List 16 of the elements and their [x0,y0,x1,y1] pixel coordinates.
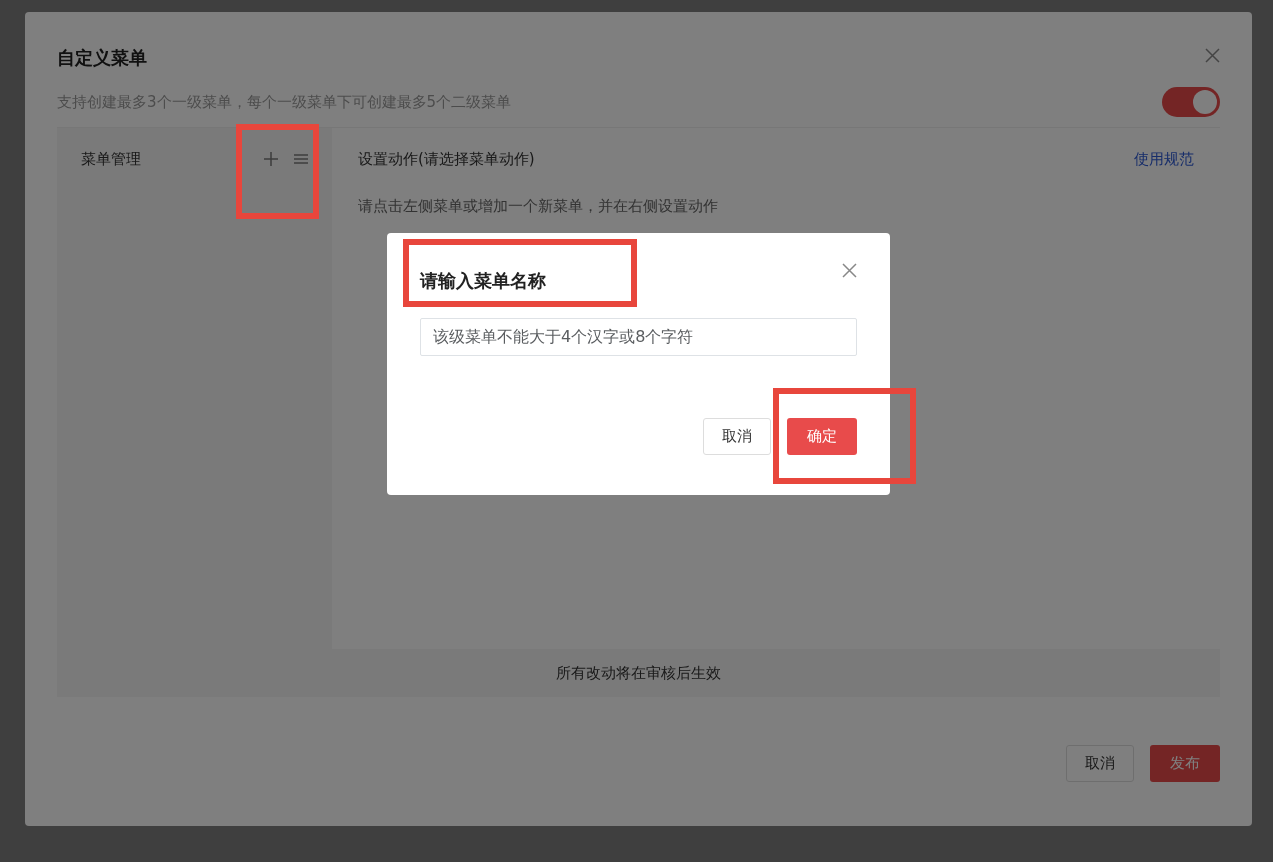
dialog-title: 自定义菜单 [57,46,147,70]
cancel-button[interactable]: 取消 [703,418,771,455]
sort-icon[interactable] [294,154,308,164]
confirm-button[interactable]: 发布 [1150,745,1220,782]
menu-name-field[interactable]: 该级菜单不能大于4个汉字或8个字符 [420,318,857,356]
confirm-button[interactable]: 确定 [787,418,857,455]
usage-rules-link[interactable]: 使用规范 [1134,148,1194,171]
panel-title: 菜单管理 [81,149,141,170]
panel-title: 设置动作(请选择菜单动作) [358,149,535,170]
prompt-title: 请输入菜单名称 [420,269,546,293]
cancel-button[interactable]: 取消 [1066,745,1134,782]
hint-text: 请点击左侧菜单或增加一个新菜单，并在右侧设置动作 [358,195,719,217]
toggle-switch[interactable] [1162,87,1220,117]
plus-icon[interactable] [264,152,278,166]
close-icon[interactable] [842,263,857,278]
notice-text: 所有改动将在审核后生效 [556,662,721,684]
